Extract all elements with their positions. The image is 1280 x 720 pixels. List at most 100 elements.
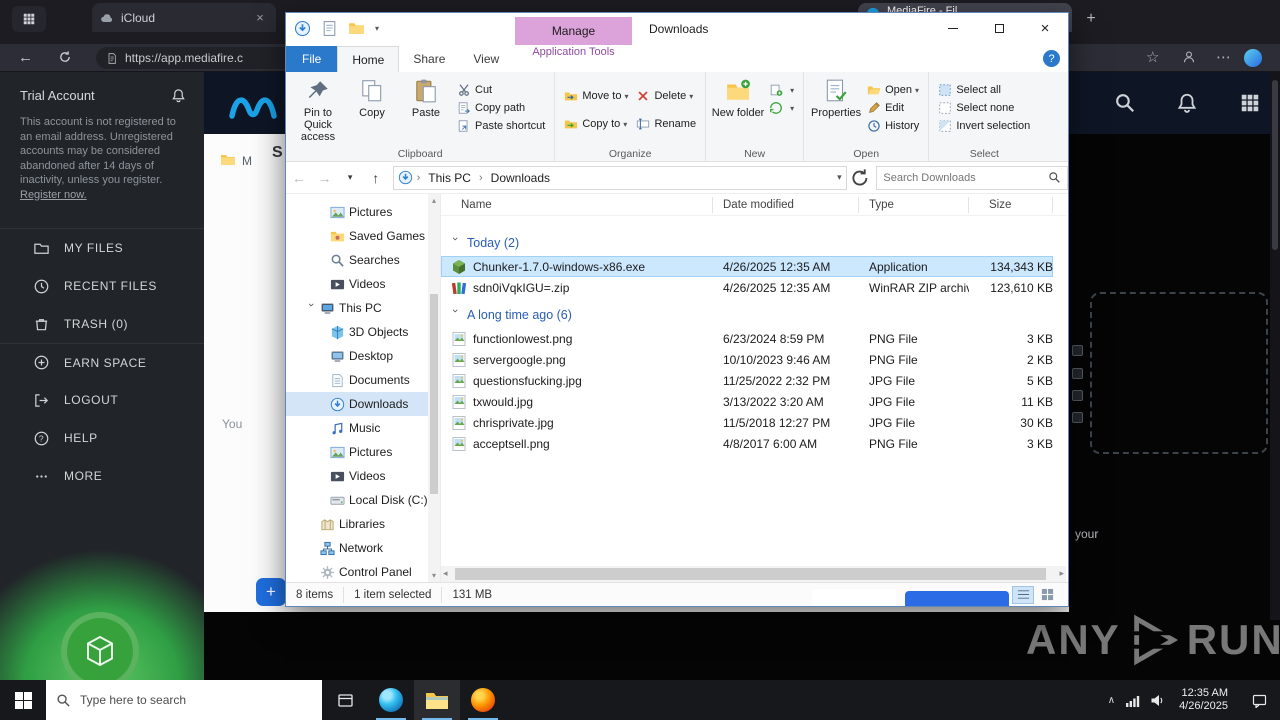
new-folder-qat-icon[interactable] [348, 20, 365, 37]
upgrade-icon[interactable] [1176, 92, 1198, 114]
delete-button[interactable]: Delete ▾ [632, 87, 700, 105]
action-center-button[interactable] [1242, 680, 1276, 720]
details-view-button[interactable] [1012, 585, 1034, 604]
sidebar-menu-item[interactable]: ? HELP [0, 419, 204, 457]
nav-tree-item[interactable]: › Videos [286, 272, 440, 296]
earn-space-badge[interactable] [61, 612, 139, 680]
column-header-name[interactable]: Name [451, 196, 713, 213]
add-files-button[interactable]: + [256, 578, 286, 606]
nav-tree-item[interactable]: › Pictures [286, 200, 440, 224]
nav-tree-item[interactable]: › Saved Games [286, 224, 440, 248]
move-to-button[interactable]: Move to ▾ [560, 87, 632, 105]
nav-tree-item[interactable]: › Videos [286, 464, 440, 488]
table-row[interactable]: servergoogle.png 10/10/2023 9:46 AM PNG … [441, 349, 1053, 370]
tray-expand-icon[interactable]: ∧ [1108, 695, 1115, 706]
address-dropdown-icon[interactable]: ▾ [837, 172, 842, 183]
search-input[interactable] [883, 171, 1048, 184]
bell-icon[interactable] [171, 88, 186, 103]
tab-icloud[interactable]: iCloud × [92, 3, 276, 32]
search-icon[interactable] [1114, 92, 1136, 114]
qat-dropdown-icon[interactable]: ▾ [375, 24, 379, 33]
copy-path-button[interactable]: Copy path [453, 99, 549, 117]
sidebar-menu-item[interactable]: RECENT FILES [0, 267, 204, 305]
table-row[interactable]: acceptsell.png 4/8/2017 6:00 AM PNG File… [441, 433, 1053, 454]
nav-tree-item[interactable]: › Music [286, 416, 440, 440]
edit-button[interactable]: Edit [863, 99, 923, 117]
new-folder-button[interactable]: New folder [711, 75, 765, 119]
profile-icon[interactable] [1182, 48, 1196, 68]
maximize-button[interactable] [976, 13, 1022, 43]
tab-application-tools[interactable]: Application Tools [515, 46, 632, 58]
taskbar-explorer-button[interactable] [414, 680, 460, 720]
close-icon[interactable]: × [252, 10, 268, 25]
paste-shortcut-button[interactable]: Paste shortcut [453, 117, 549, 135]
file-group-header[interactable]: › Today (2) [441, 230, 1066, 256]
expand-chevron-icon[interactable]: › [305, 303, 317, 313]
new-item-button[interactable]: ▾ [765, 81, 798, 99]
open-button[interactable]: Open ▾ [863, 81, 923, 99]
copy-to-button[interactable]: Copy to ▾ [560, 115, 632, 133]
paste-button[interactable]: Paste [399, 75, 453, 119]
nav-tree-item[interactable]: › This PC [286, 296, 440, 320]
back-icon[interactable]: ← [18, 48, 33, 68]
nav-tree-item[interactable]: › Local Disk (C:) [286, 488, 440, 512]
select-all-button[interactable]: Select all [934, 81, 1034, 99]
reload-icon[interactable] [58, 48, 72, 68]
recent-locations-icon[interactable]: ▾ [337, 172, 363, 183]
breadcrumb-this-pc[interactable]: This PC [424, 171, 475, 185]
nav-tree-item[interactable]: › Searches [286, 248, 440, 272]
taskbar-firefox-button[interactable] [460, 680, 506, 720]
start-button[interactable] [0, 680, 46, 720]
sidebar-menu-item[interactable]: EARN SPACE [0, 343, 204, 381]
taskbar-clock[interactable]: 12:35 AM 4/26/2025 [1175, 687, 1232, 714]
sidebar-menu-item[interactable]: TRASH (0) [0, 305, 204, 343]
register-now-link[interactable]: Register now. [20, 189, 87, 201]
sidebar-menu-item[interactable]: LOGOUT [0, 381, 204, 419]
nav-tree-item[interactable]: › 3D Objects [286, 320, 440, 344]
tab-file[interactable]: File [286, 46, 338, 72]
nav-tree-item[interactable]: › Control Panel [286, 560, 440, 584]
network-icon[interactable] [1125, 693, 1140, 708]
nav-tree-item[interactable]: › Downloads [286, 392, 440, 416]
breadcrumb-downloads[interactable]: Downloads [487, 171, 554, 185]
table-row[interactable]: functionlowest.png 6/23/2024 8:59 PM PNG… [441, 328, 1053, 349]
new-tab-button[interactable]: + [1080, 8, 1102, 30]
up-icon[interactable]: ↑ [363, 170, 389, 186]
easy-access-button[interactable]: ▾ [765, 99, 798, 117]
copy-button[interactable]: Copy [345, 75, 399, 119]
table-row[interactable]: chrisprivate.jpg 11/5/2018 12:27 PM JPG … [441, 412, 1053, 433]
nav-tree-item[interactable]: › Pictures [286, 440, 440, 464]
close-button[interactable]: × [1022, 13, 1068, 43]
table-row[interactable]: txwould.jpg 3/13/2022 3:20 AM JPG File 1… [441, 391, 1053, 412]
taskbar-search[interactable]: Type here to search [46, 680, 322, 720]
invert-selection-button[interactable]: Invert selection [934, 117, 1034, 135]
nav-tree-item[interactable]: › Libraries [286, 512, 440, 536]
group-chevron-icon[interactable]: › [449, 309, 461, 321]
nav-tree-item[interactable]: › Documents [286, 368, 440, 392]
tab-home[interactable]: Home [337, 46, 400, 72]
back-icon[interactable]: ← [286, 170, 312, 186]
refresh-icon[interactable] [849, 167, 871, 189]
nav-tree-item[interactable]: › Desktop [286, 344, 440, 368]
sidebar-menu-item[interactable]: MY FILES [0, 229, 204, 267]
properties-button[interactable]: Properties [809, 75, 863, 119]
favorites-star-icon[interactable]: ☆ [1146, 48, 1159, 68]
select-none-button[interactable]: Select none [934, 99, 1034, 117]
apps-grid-icon[interactable] [1239, 92, 1261, 114]
rename-button[interactable]: Rename [632, 115, 700, 133]
column-header-date[interactable]: Date modified [713, 196, 859, 213]
tab-share[interactable]: Share [399, 46, 459, 72]
cut-button[interactable]: Cut [453, 81, 549, 99]
page-scrollbar[interactable] [1270, 72, 1280, 620]
table-row[interactable]: sdn0iVqkIGU=.zip 4/26/2025 12:35 AM WinR… [441, 277, 1053, 298]
pin-to-quick-access-button[interactable]: Pin to Quick access [291, 75, 345, 143]
copilot-icon[interactable] [1244, 49, 1262, 67]
table-row[interactable]: questionsfucking.jpg 11/25/2022 2:32 PM … [441, 370, 1053, 391]
task-view-button[interactable] [322, 680, 368, 720]
volume-icon[interactable] [1150, 693, 1165, 708]
nav-scrollbar[interactable]: ▴ ▾ [428, 194, 440, 582]
tab-view[interactable]: View [459, 46, 513, 72]
file-group-header[interactable]: › A long time ago (6) [441, 302, 1066, 328]
horizontal-scrollbar[interactable]: ◂ ▸ [441, 566, 1066, 582]
nav-tree-item[interactable]: › Network [286, 536, 440, 560]
